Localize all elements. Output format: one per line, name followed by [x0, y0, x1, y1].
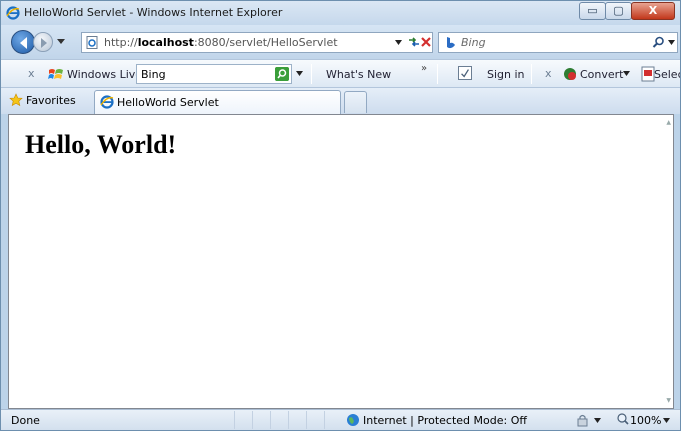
lock-dropdown-icon[interactable]: [594, 418, 601, 423]
search-field[interactable]: Bing: [438, 32, 678, 53]
convert-dropdown-icon[interactable]: [623, 71, 630, 76]
recent-pages-dropdown-icon[interactable]: [57, 37, 65, 45]
scroll-up-arrow-icon[interactable]: ▲: [666, 119, 671, 126]
whats-new-button[interactable]: What's New: [326, 68, 391, 81]
windows-live-toolbar: x Windows Live Bing What's New » Sign in…: [1, 59, 680, 88]
title-bar: HelloWorld Servlet - Windows Internet Ex…: [1, 1, 680, 25]
page-content: Hello, World! ▲ ▼: [8, 114, 674, 409]
globe-icon: [347, 414, 359, 426]
bing-icon: [447, 37, 455, 49]
minimize-button[interactable]: ▭: [579, 2, 606, 20]
sign-in-button[interactable]: Sign in: [487, 68, 525, 81]
scroll-down-arrow-icon[interactable]: ▼: [666, 397, 671, 404]
forward-icon: [41, 38, 47, 48]
toolbar-separator: [437, 64, 438, 84]
search-icon[interactable]: [652, 36, 665, 49]
convert-icon: [564, 68, 576, 80]
close-icon: X: [648, 4, 658, 17]
toolbar-close-button[interactable]: x: [28, 67, 35, 80]
windows-live-search-input[interactable]: Bing: [136, 64, 292, 84]
maximize-icon: ▢: [613, 4, 624, 17]
status-text: Done: [11, 414, 40, 427]
windows-live-search-value: Bing: [141, 68, 166, 81]
select-button[interactable]: Select: [654, 68, 680, 81]
windows-live-search-icon[interactable]: [275, 67, 289, 81]
address-field[interactable]: http://localhost:8080/servlet/HelloServl…: [81, 32, 433, 53]
close-button[interactable]: X: [631, 2, 675, 20]
page-icon: [86, 36, 98, 49]
convert-button[interactable]: Convert: [580, 68, 624, 81]
navigation-bar: http://localhost:8080/servlet/HelloServl…: [1, 25, 680, 59]
status-cell: [252, 411, 270, 429]
status-cell: [234, 411, 252, 429]
windows-live-dropdown-icon[interactable]: [296, 71, 303, 76]
toolbar-overflow-chevron[interactable]: »: [421, 63, 427, 74]
zoom-icon[interactable]: [617, 413, 629, 425]
zoom-level[interactable]: 100%: [630, 414, 661, 427]
favorites-bar: Favorites HelloWorld Servlet: [1, 88, 680, 114]
tab-helloworld-servlet[interactable]: HelloWorld Servlet: [94, 90, 341, 114]
status-bar: Done Internet | Protected Mode: Off 100%: [1, 409, 680, 430]
tab-label: HelloWorld Servlet: [117, 96, 219, 109]
windows-live-icon: [48, 69, 63, 79]
window-title: HelloWorld Servlet - Windows Internet Ex…: [24, 6, 283, 19]
window-controls: ▭ ▢ X: [579, 2, 675, 20]
forward-button[interactable]: [33, 32, 53, 52]
maximize-button[interactable]: ▢: [605, 2, 632, 20]
search-placeholder: Bing: [461, 36, 486, 49]
ie-icon: [100, 95, 114, 109]
favorites-label: Favorites: [26, 94, 76, 107]
zoom-dropdown-icon[interactable]: [663, 418, 670, 423]
windows-live-label[interactable]: Windows Live: [67, 68, 142, 81]
status-cell: [306, 411, 324, 429]
ie-icon: [6, 6, 20, 20]
favorites-button[interactable]: Favorites: [3, 91, 85, 111]
address-dropdown-icon[interactable]: [395, 40, 402, 45]
status-cells: [234, 411, 342, 429]
lock-icon[interactable]: [576, 414, 592, 427]
convert-toolbar-close-button[interactable]: x: [545, 67, 552, 80]
status-cell: [270, 411, 288, 429]
toolbar-separator: [531, 64, 532, 84]
signin-icon: [458, 66, 472, 80]
search-dropdown-icon[interactable]: [668, 40, 675, 45]
url-host: localhost: [137, 36, 194, 49]
browser-window: HelloWorld Servlet - Windows Internet Ex…: [0, 0, 681, 431]
url-rest: :8080/servlet/HelloServlet: [193, 36, 338, 49]
back-button[interactable]: [11, 30, 35, 54]
vertical-scrollbar[interactable]: ▲ ▼: [663, 115, 673, 408]
minimize-icon: ▭: [587, 4, 598, 17]
stop-icon[interactable]: [419, 35, 433, 49]
url-text: http://localhost:8080/servlet/HelloServl…: [104, 36, 338, 49]
url-prefix: http://: [104, 36, 138, 49]
new-tab-button[interactable]: [344, 91, 367, 113]
star-icon: [9, 93, 23, 107]
page-heading: Hello, World!: [25, 130, 177, 159]
status-cell: [324, 411, 342, 429]
security-zone-text: Internet | Protected Mode: Off: [363, 414, 527, 427]
toolbar-separator: [311, 64, 312, 84]
status-cell: [288, 411, 306, 429]
